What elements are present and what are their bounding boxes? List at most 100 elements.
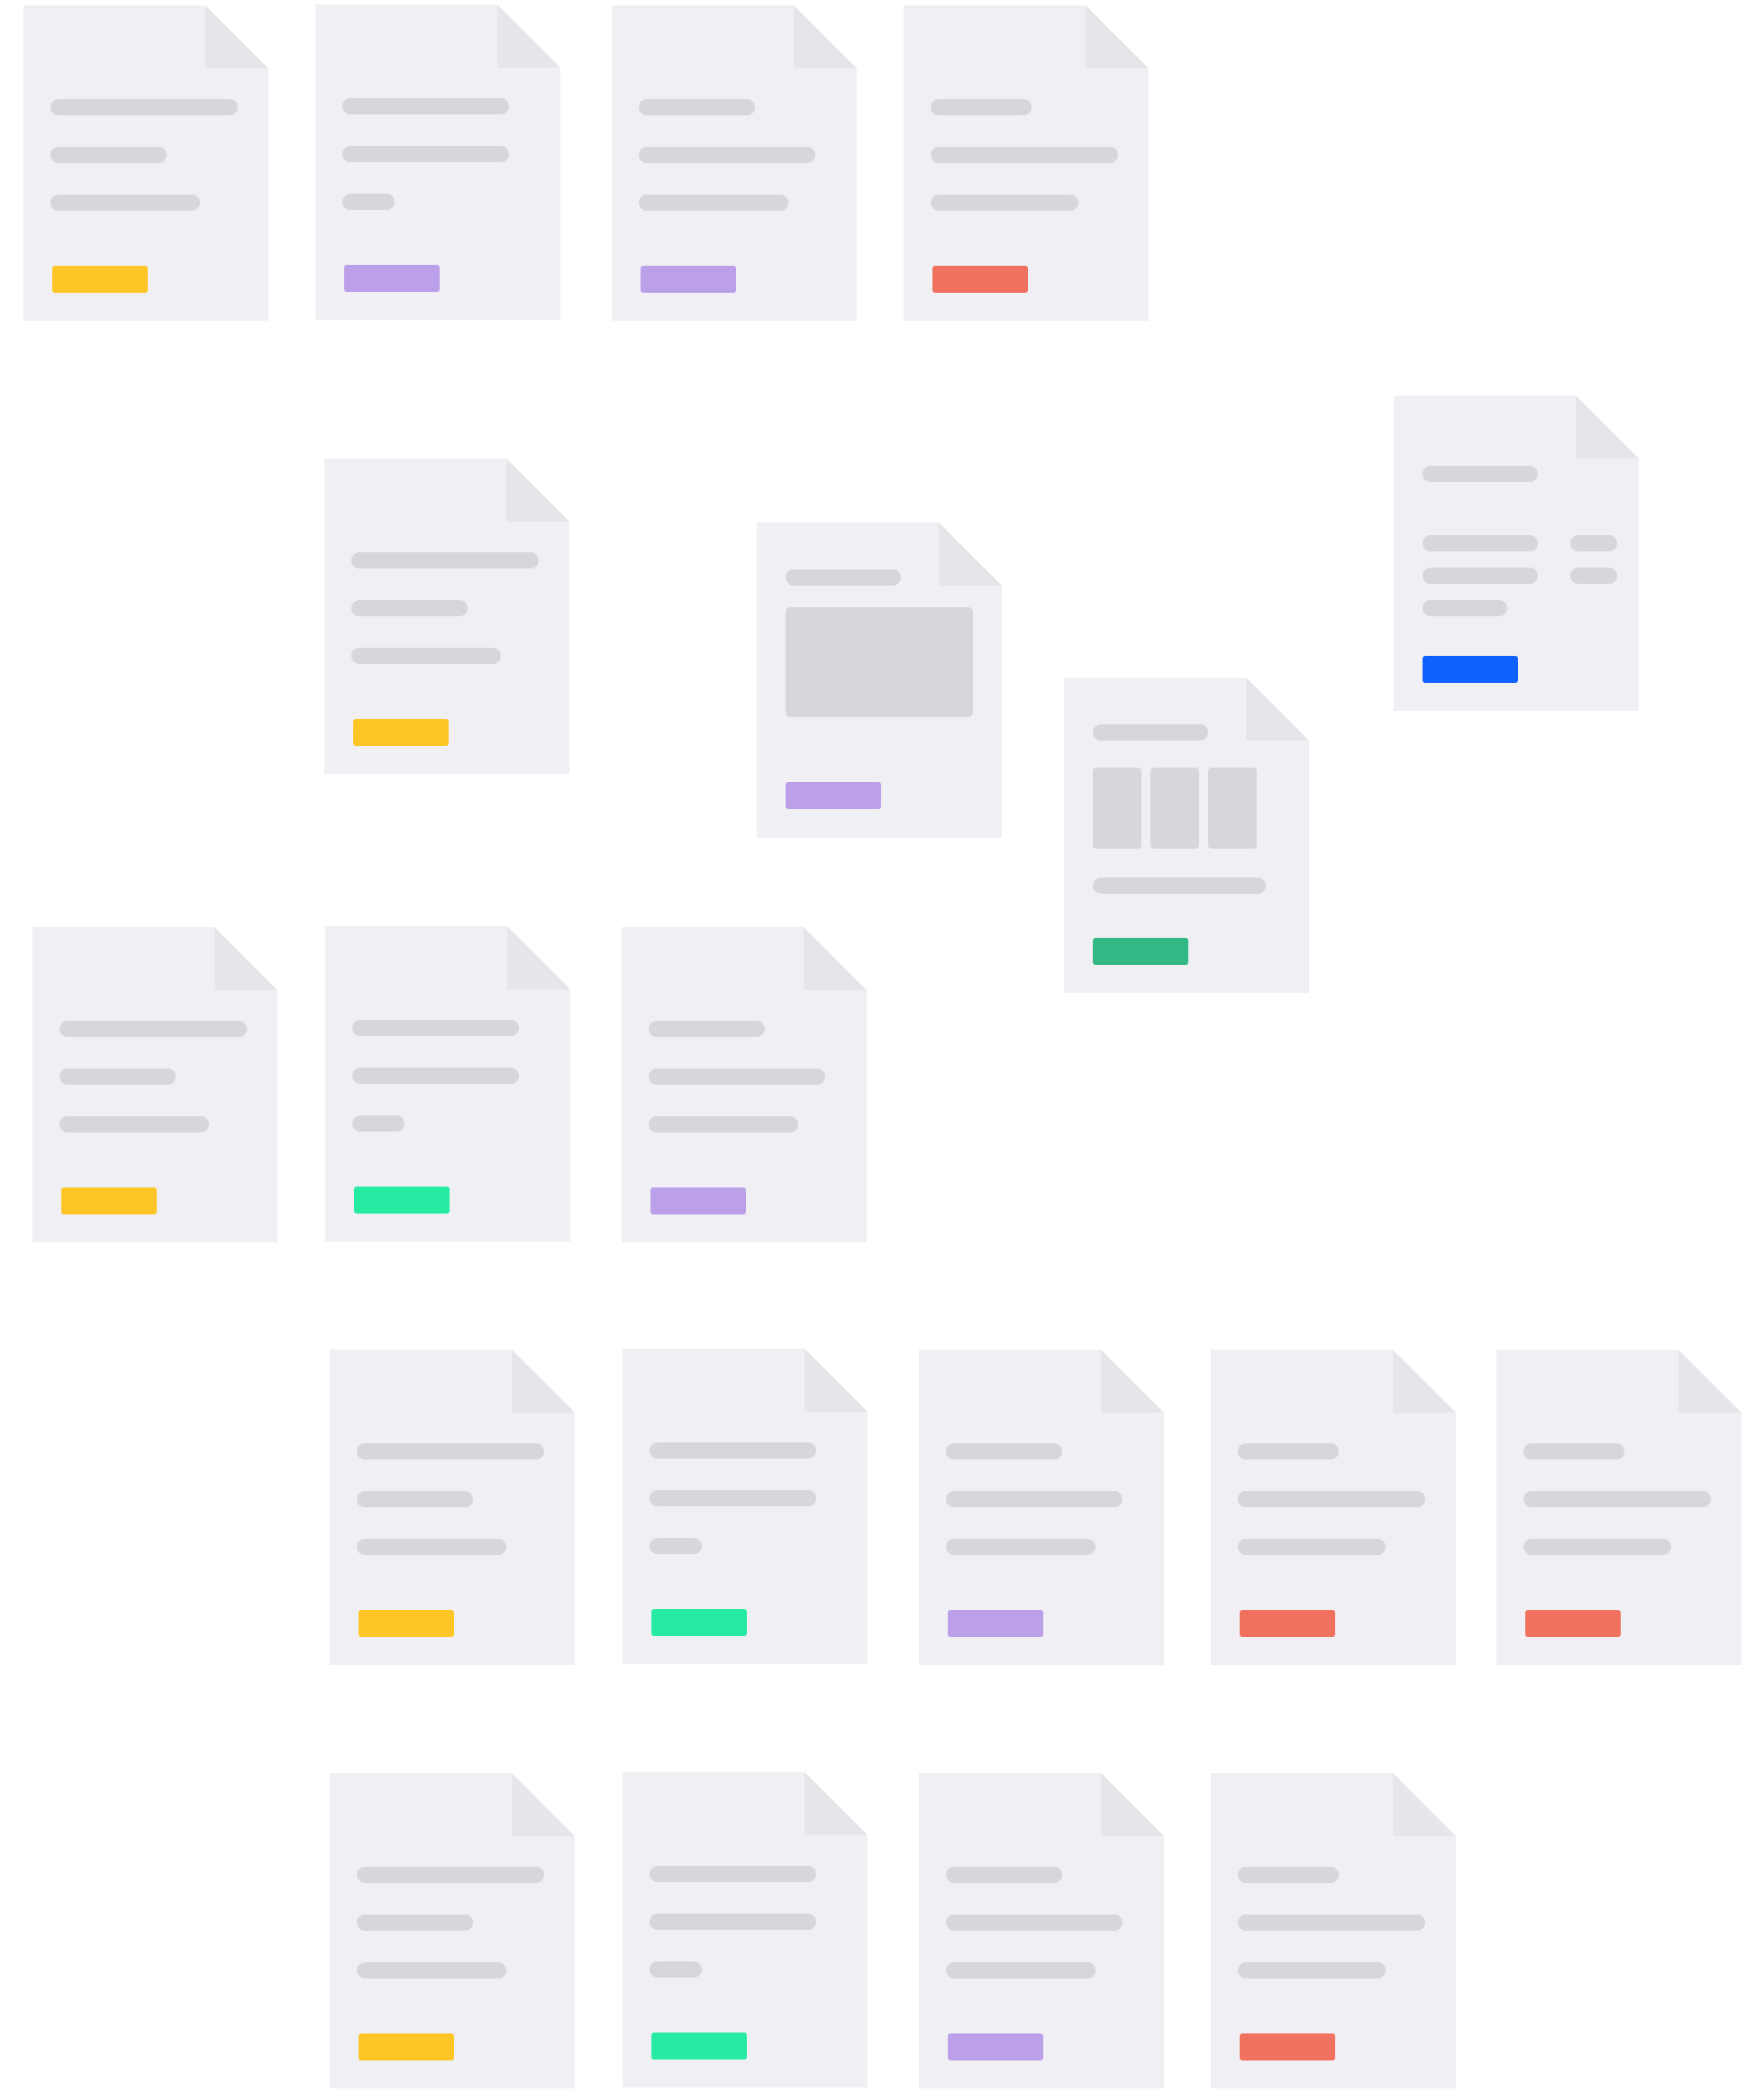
text-placeholder-line xyxy=(650,1538,702,1554)
text-placeholder-line xyxy=(639,147,815,163)
text-placeholder-line xyxy=(649,1069,825,1085)
document-icon xyxy=(623,1349,868,1664)
document-page xyxy=(904,5,1149,321)
color-tag xyxy=(651,2033,747,2060)
color-tag xyxy=(344,265,440,292)
document-icon xyxy=(622,927,867,1242)
color-tag xyxy=(354,1187,450,1214)
color-tag xyxy=(948,1610,1043,1637)
text-placeholder-line xyxy=(1238,1867,1339,1883)
color-tag xyxy=(359,2033,454,2060)
text-placeholder-line xyxy=(946,1867,1062,1883)
page-fold xyxy=(214,927,277,990)
color-tag xyxy=(353,719,449,746)
text-placeholder-line xyxy=(1423,466,1538,482)
text-placeholder-line xyxy=(351,552,539,568)
document-page xyxy=(1211,1350,1456,1665)
text-placeholder-line xyxy=(946,1915,1123,1931)
text-placeholder-line xyxy=(59,1069,176,1085)
text-placeholder-line xyxy=(1238,1491,1425,1507)
text-placeholder-line xyxy=(1423,600,1507,616)
text-placeholder-line xyxy=(357,1443,544,1460)
document-page xyxy=(1064,678,1309,993)
document-icon xyxy=(325,926,570,1242)
page-fold xyxy=(1246,678,1309,741)
text-placeholder-line xyxy=(650,1442,816,1459)
page-fold xyxy=(794,5,857,68)
document-icon xyxy=(1496,1350,1741,1665)
text-placeholder-line xyxy=(1238,1915,1425,1931)
page-fold xyxy=(1678,1350,1741,1413)
document-page xyxy=(1394,396,1639,711)
page-fold xyxy=(507,926,570,989)
document-page xyxy=(623,1772,868,2087)
text-placeholder-line xyxy=(931,99,1032,115)
document-icon xyxy=(1211,1773,1456,2088)
text-placeholder-line xyxy=(352,1020,519,1036)
page-fold xyxy=(939,523,1002,586)
column-placeholder xyxy=(1208,768,1257,849)
page-fold xyxy=(497,5,560,68)
column-placeholder xyxy=(1150,768,1199,849)
text-placeholder-line xyxy=(1523,1539,1671,1555)
document-page xyxy=(757,523,1002,838)
page-fold xyxy=(1101,1773,1164,1836)
color-tag xyxy=(932,266,1028,293)
text-placeholder-line xyxy=(357,1915,473,1931)
page-fold xyxy=(506,459,569,522)
document-icon xyxy=(1394,396,1639,711)
page-fold xyxy=(1101,1350,1164,1413)
text-placeholder-line xyxy=(351,648,501,664)
text-placeholder-line xyxy=(946,1443,1062,1460)
page-fold xyxy=(805,1772,868,1835)
text-placeholder-line xyxy=(59,1021,247,1037)
image-placeholder xyxy=(786,607,973,717)
color-tag xyxy=(641,266,736,293)
page-fold xyxy=(1393,1773,1456,1836)
document-icon-grid xyxy=(0,0,1764,2092)
text-placeholder-line xyxy=(357,1539,506,1555)
document-page xyxy=(1211,1773,1456,2088)
text-placeholder-line xyxy=(931,195,1078,211)
text-placeholder-line xyxy=(1238,1443,1339,1460)
page-fold xyxy=(1576,396,1639,459)
column-placeholder xyxy=(1093,768,1141,849)
document-icon xyxy=(1211,1350,1456,1665)
color-tag xyxy=(1240,1610,1335,1637)
color-tag xyxy=(1093,938,1188,965)
text-placeholder-line xyxy=(946,1962,1096,1978)
page-fold xyxy=(205,5,268,68)
document-icon xyxy=(32,927,277,1242)
text-placeholder-line xyxy=(50,147,167,163)
page-fold xyxy=(512,1350,575,1413)
document-icon xyxy=(612,5,857,321)
document-page xyxy=(325,926,570,1242)
text-placeholder-line xyxy=(342,146,509,162)
text-placeholder-line xyxy=(650,1961,702,1978)
text-placeholder-line xyxy=(786,569,901,586)
document-page xyxy=(330,1773,575,2088)
color-tag xyxy=(651,1609,747,1636)
text-placeholder-line xyxy=(1423,568,1538,584)
text-placeholder-line xyxy=(357,1962,506,1978)
document-icon xyxy=(330,1773,575,2088)
document-icon xyxy=(904,5,1149,321)
document-page xyxy=(330,1350,575,1665)
text-placeholder-line xyxy=(649,1021,765,1037)
text-placeholder-line xyxy=(1523,1491,1711,1507)
color-tag xyxy=(1240,2033,1335,2060)
document-page xyxy=(324,459,569,774)
color-tag xyxy=(359,1610,454,1637)
text-placeholder-line xyxy=(357,1867,544,1883)
page-fold xyxy=(805,1349,868,1412)
text-placeholder-line xyxy=(1093,724,1208,741)
text-placeholder-line xyxy=(650,1866,816,1882)
document-icon xyxy=(623,1772,868,2087)
text-placeholder-line xyxy=(351,600,468,616)
text-placeholder-line xyxy=(1093,878,1266,894)
document-page xyxy=(315,5,560,320)
color-tag xyxy=(52,266,148,293)
text-placeholder-line xyxy=(352,1068,519,1084)
color-tag xyxy=(1423,656,1518,683)
text-placeholder-line xyxy=(50,99,238,115)
